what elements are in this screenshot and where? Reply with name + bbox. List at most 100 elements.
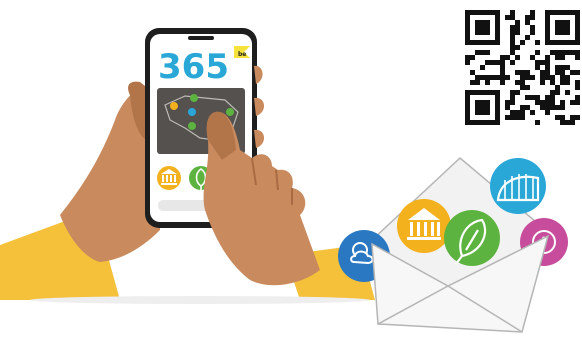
qr-module <box>575 55 580 60</box>
qr-module <box>550 50 555 55</box>
qr-module <box>555 90 560 95</box>
qr-module <box>505 55 510 60</box>
qr-module <box>505 115 510 120</box>
qr-module <box>465 60 470 65</box>
nature-badge[interactable] <box>444 210 500 266</box>
qr-module <box>475 50 480 55</box>
qr-module <box>560 115 565 120</box>
qr-module <box>500 60 505 65</box>
qr-module <box>465 55 470 60</box>
qr-module <box>480 65 485 70</box>
qr-module <box>535 50 540 55</box>
qr-module <box>520 85 525 90</box>
qr-module <box>520 115 525 120</box>
qr-module <box>550 80 555 85</box>
qr-module <box>510 60 515 65</box>
qr-module <box>565 90 570 95</box>
qr-module <box>575 115 580 120</box>
qr-module <box>560 50 565 55</box>
qr-module <box>525 15 530 20</box>
qr-module <box>510 100 515 105</box>
qr-finder <box>475 100 490 115</box>
qr-module <box>475 80 480 85</box>
qr-module <box>505 105 510 110</box>
qr-module <box>515 55 520 60</box>
qr-module <box>535 120 540 125</box>
qr-module <box>510 40 515 45</box>
map-dot[interactable] <box>170 102 178 110</box>
qr-module <box>550 90 555 95</box>
qr-module <box>545 110 550 115</box>
qr-module <box>535 95 540 100</box>
qr-module <box>545 75 550 80</box>
qr-module <box>495 60 500 65</box>
qr-module <box>500 80 505 85</box>
qr-module <box>530 95 535 100</box>
qr-module <box>535 40 540 45</box>
qr-module <box>480 50 485 55</box>
qr-module <box>515 110 520 115</box>
map-dot[interactable] <box>188 108 196 116</box>
qr-module <box>545 70 550 75</box>
qr-module <box>525 75 530 80</box>
map-dot[interactable] <box>190 94 198 102</box>
qr-module <box>540 100 545 105</box>
qr-module <box>480 75 485 80</box>
qr-module <box>540 70 545 75</box>
qr-module <box>540 80 545 85</box>
qr-module <box>520 75 525 80</box>
qr-module <box>510 35 515 40</box>
qr-module <box>530 55 535 60</box>
qr-module <box>565 50 570 55</box>
qr-module <box>520 110 525 115</box>
heritage-badge[interactable] <box>397 199 451 253</box>
qr-module <box>555 115 560 120</box>
qr-module <box>565 65 570 70</box>
map-dot[interactable] <box>188 122 196 130</box>
qr-module <box>575 80 580 85</box>
qr-module <box>490 75 495 80</box>
heritage-category-button[interactable] <box>157 166 181 190</box>
phone-speaker <box>188 36 214 40</box>
qr-module <box>540 75 545 80</box>
qr-module <box>515 45 520 50</box>
qr-module <box>525 70 530 75</box>
qr-module <box>515 70 520 75</box>
qr-module <box>470 55 475 60</box>
bridge-badge[interactable] <box>490 158 546 214</box>
qr-module <box>535 60 540 65</box>
qr-module <box>575 85 580 90</box>
qr-module <box>545 95 550 100</box>
qr-module <box>575 70 580 75</box>
qr-module <box>515 90 520 95</box>
qr-module <box>510 115 515 120</box>
qr-module <box>545 60 550 65</box>
qr-module <box>535 100 540 105</box>
qr-module <box>540 60 545 65</box>
qr-module <box>525 35 530 40</box>
qr-module <box>510 15 515 20</box>
qr-code <box>463 8 582 127</box>
qr-module <box>560 65 565 70</box>
qr-module <box>520 40 525 45</box>
qr-module <box>560 100 565 105</box>
qr-module <box>520 70 525 75</box>
qr-module <box>510 110 515 115</box>
qr-module <box>500 75 505 80</box>
qr-module <box>555 55 560 60</box>
qr-module <box>550 75 555 80</box>
map-dot[interactable] <box>226 108 234 116</box>
qr-module <box>545 65 550 70</box>
qr-module <box>505 100 510 105</box>
qr-module <box>540 105 545 110</box>
qr-module <box>570 120 575 125</box>
qr-module <box>510 25 515 30</box>
app-logo-badge: be <box>238 51 246 58</box>
qr-module <box>555 70 560 75</box>
qr-module <box>550 95 555 100</box>
qr-module <box>560 55 565 60</box>
qr-module <box>560 120 565 125</box>
illustration-canvas: 365 be <box>0 8 582 333</box>
qr-module <box>510 30 515 35</box>
ground-shadow <box>30 296 370 304</box>
